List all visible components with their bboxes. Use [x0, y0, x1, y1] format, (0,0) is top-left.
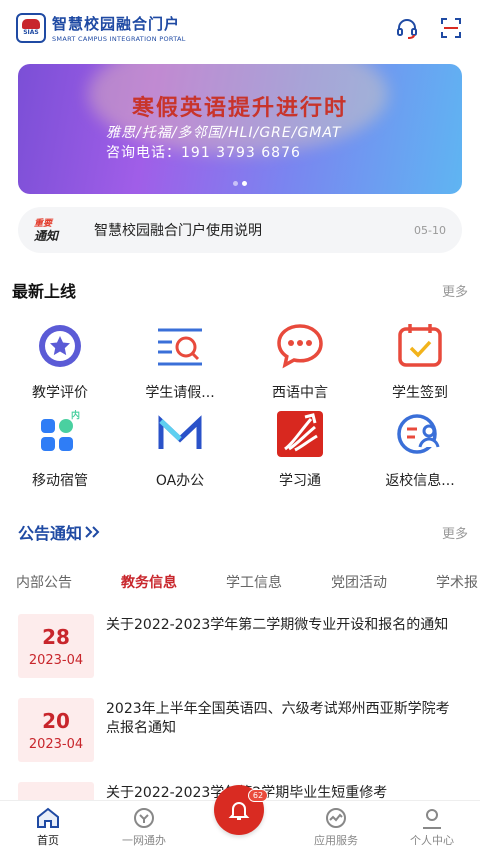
app-student-leave[interactable]: 学生请假...	[120, 320, 240, 408]
app-label: 教学评价	[32, 385, 88, 401]
search-list-icon	[154, 320, 206, 372]
news-item[interactable]: 20 2023-04 2023年上半年全国英语四、六级考试郑州西亚斯学院考点报名…	[18, 698, 468, 768]
logo-mark	[22, 19, 40, 29]
app-label: 学生签到	[392, 385, 448, 401]
app-label: OA办公	[155, 473, 205, 489]
logo-abbr: SIAS	[23, 29, 39, 36]
promo-banner[interactable]: 寒假英语提升进行时 雅思/托福/多邻国/HLI/GRE/GMAT 咨询电话：19…	[18, 64, 462, 194]
news-item[interactable]: 28 2023-04 关于2022-2023学年第二学期微专业开设和报名的通知	[18, 614, 468, 684]
important-notice-tag: 重要 通知	[32, 216, 78, 244]
header-actions	[394, 15, 464, 41]
announcements-title[interactable]: 公告通知	[18, 520, 102, 544]
app-label: 西语中言	[272, 385, 328, 401]
svg-text:内: 内	[71, 409, 80, 421]
brand: 智慧校园融合门户 SMART CAMPUS INTEGRATION PORTAL	[52, 13, 186, 43]
banner-subtitle: 雅思/托福/多邻国/HLI/GRE/GMAT	[106, 125, 342, 141]
notice-tag-bottom: 通知	[34, 229, 59, 243]
latest-section-header: 最新上线 更多	[0, 278, 480, 302]
app-return-info[interactable]: 返校信息...	[360, 408, 480, 496]
news-title: 2023年上半年全国英语四、六级考试郑州西亚斯学院考点报名通知	[106, 701, 450, 736]
app-mobile-dorm[interactable]: 内 移动宿管	[0, 408, 120, 496]
home-icon	[37, 807, 59, 828]
carousel-dot-active[interactable]	[242, 181, 247, 186]
app-student-checkin[interactable]: 学生签到	[360, 320, 480, 408]
notice-date: 05-10	[414, 223, 446, 237]
news-year-month: 2023-04	[28, 736, 84, 752]
announcement-tabs: 内部公告 教务信息 学工信息 党团活动 学术报	[0, 566, 480, 598]
app-label: 返校信息...	[385, 473, 455, 489]
news-year-month: 2023-04	[28, 652, 84, 668]
star-badge-icon	[34, 320, 86, 372]
app-xuexitong[interactable]: 学习通	[240, 408, 360, 496]
notice-text: 智慧校园融合门户使用说明	[94, 223, 262, 239]
nav-home[interactable]: 首页	[0, 801, 96, 853]
carousel-indicator	[18, 181, 462, 186]
calendar-check-icon	[394, 320, 446, 372]
tab-internal[interactable]: 内部公告	[16, 572, 121, 592]
pulse-icon	[326, 808, 346, 828]
nav-label: 个人中心	[410, 834, 454, 847]
nav-notifications[interactable]: 62	[192, 785, 288, 853]
bell-icon	[228, 802, 250, 820]
tab-student-affairs[interactable]: 学工信息	[226, 572, 331, 592]
tab-party-activities[interactable]: 党团活动	[331, 572, 436, 592]
app-teaching-evaluation[interactable]: 教学评价	[0, 320, 120, 408]
user-return-icon	[394, 408, 446, 460]
user-icon	[423, 809, 441, 829]
app-label: 学习通	[279, 473, 321, 489]
scan-icon[interactable]	[438, 15, 464, 41]
app-subtitle: SMART CAMPUS INTEGRATION PORTAL	[52, 35, 186, 43]
nav-profile[interactable]: 个人中心	[384, 801, 480, 853]
one-stop-icon	[134, 808, 154, 828]
banner-title: 寒假英语提升进行时	[131, 95, 348, 121]
nav-label: 一网通办	[122, 834, 166, 847]
nav-label: 应用服务	[314, 834, 358, 847]
nav-label: 首页	[37, 834, 59, 847]
news-title: 关于2022-2023学年第2学期毕业生短重修考	[106, 782, 462, 800]
dorm-grid-icon: 内	[34, 408, 86, 460]
school-logo: SIAS	[16, 13, 46, 43]
app-header: SIAS 智慧校园融合门户 SMART CAMPUS INTEGRATION P…	[0, 0, 480, 56]
app-grid: 教学评价 学生请假... 西语中言 学生签到 内 移动宿管 OA办公 学习通 返…	[0, 320, 480, 496]
oa-m-icon	[154, 408, 206, 460]
latest-more-link[interactable]: 更多	[442, 281, 468, 300]
banner-phone: 咨询电话：191 3793 6876	[106, 145, 301, 161]
double-chevron-right-icon	[85, 526, 100, 538]
tab-academic-reports[interactable]: 学术报	[436, 572, 480, 592]
tab-academic-affairs[interactable]: 教务信息	[121, 572, 226, 592]
nav-one-stop[interactable]: 一网通办	[96, 801, 192, 853]
news-day: 20	[42, 708, 70, 733]
xuexitong-icon	[274, 408, 326, 460]
notification-badge: 62	[248, 789, 268, 802]
announcements-header: 公告通知 更多	[0, 520, 480, 544]
bottom-nav: 首页 一网通办 62 应用服务 个人中心	[0, 785, 480, 853]
app-xiyu-zhongyan[interactable]: 西语中言	[240, 320, 360, 408]
news-day: 28	[42, 624, 70, 649]
app-label: 学生请假...	[145, 385, 215, 401]
news-date: 20 2023-04	[18, 698, 94, 762]
carousel-dot[interactable]	[233, 181, 238, 186]
nav-app-services[interactable]: 应用服务	[288, 801, 384, 853]
news-title: 关于2022-2023学年第二学期微专业开设和报名的通知	[106, 617, 449, 633]
app-label: 移动宿管	[32, 473, 88, 489]
announcements-more-link[interactable]: 更多	[442, 523, 468, 542]
headset-icon[interactable]	[394, 15, 420, 41]
news-date: 28 2023-04	[18, 614, 94, 678]
latest-title: 最新上线	[12, 282, 77, 301]
announcements-title-text: 公告通知	[18, 524, 83, 543]
app-oa-office[interactable]: OA办公	[120, 408, 240, 496]
app-title: 智慧校园融合门户	[52, 15, 181, 33]
news-date	[18, 782, 94, 800]
chat-bubble-icon	[274, 320, 326, 372]
notice-bar[interactable]: 重要 通知 智慧校园融合门户使用说明 05-10	[18, 207, 462, 253]
